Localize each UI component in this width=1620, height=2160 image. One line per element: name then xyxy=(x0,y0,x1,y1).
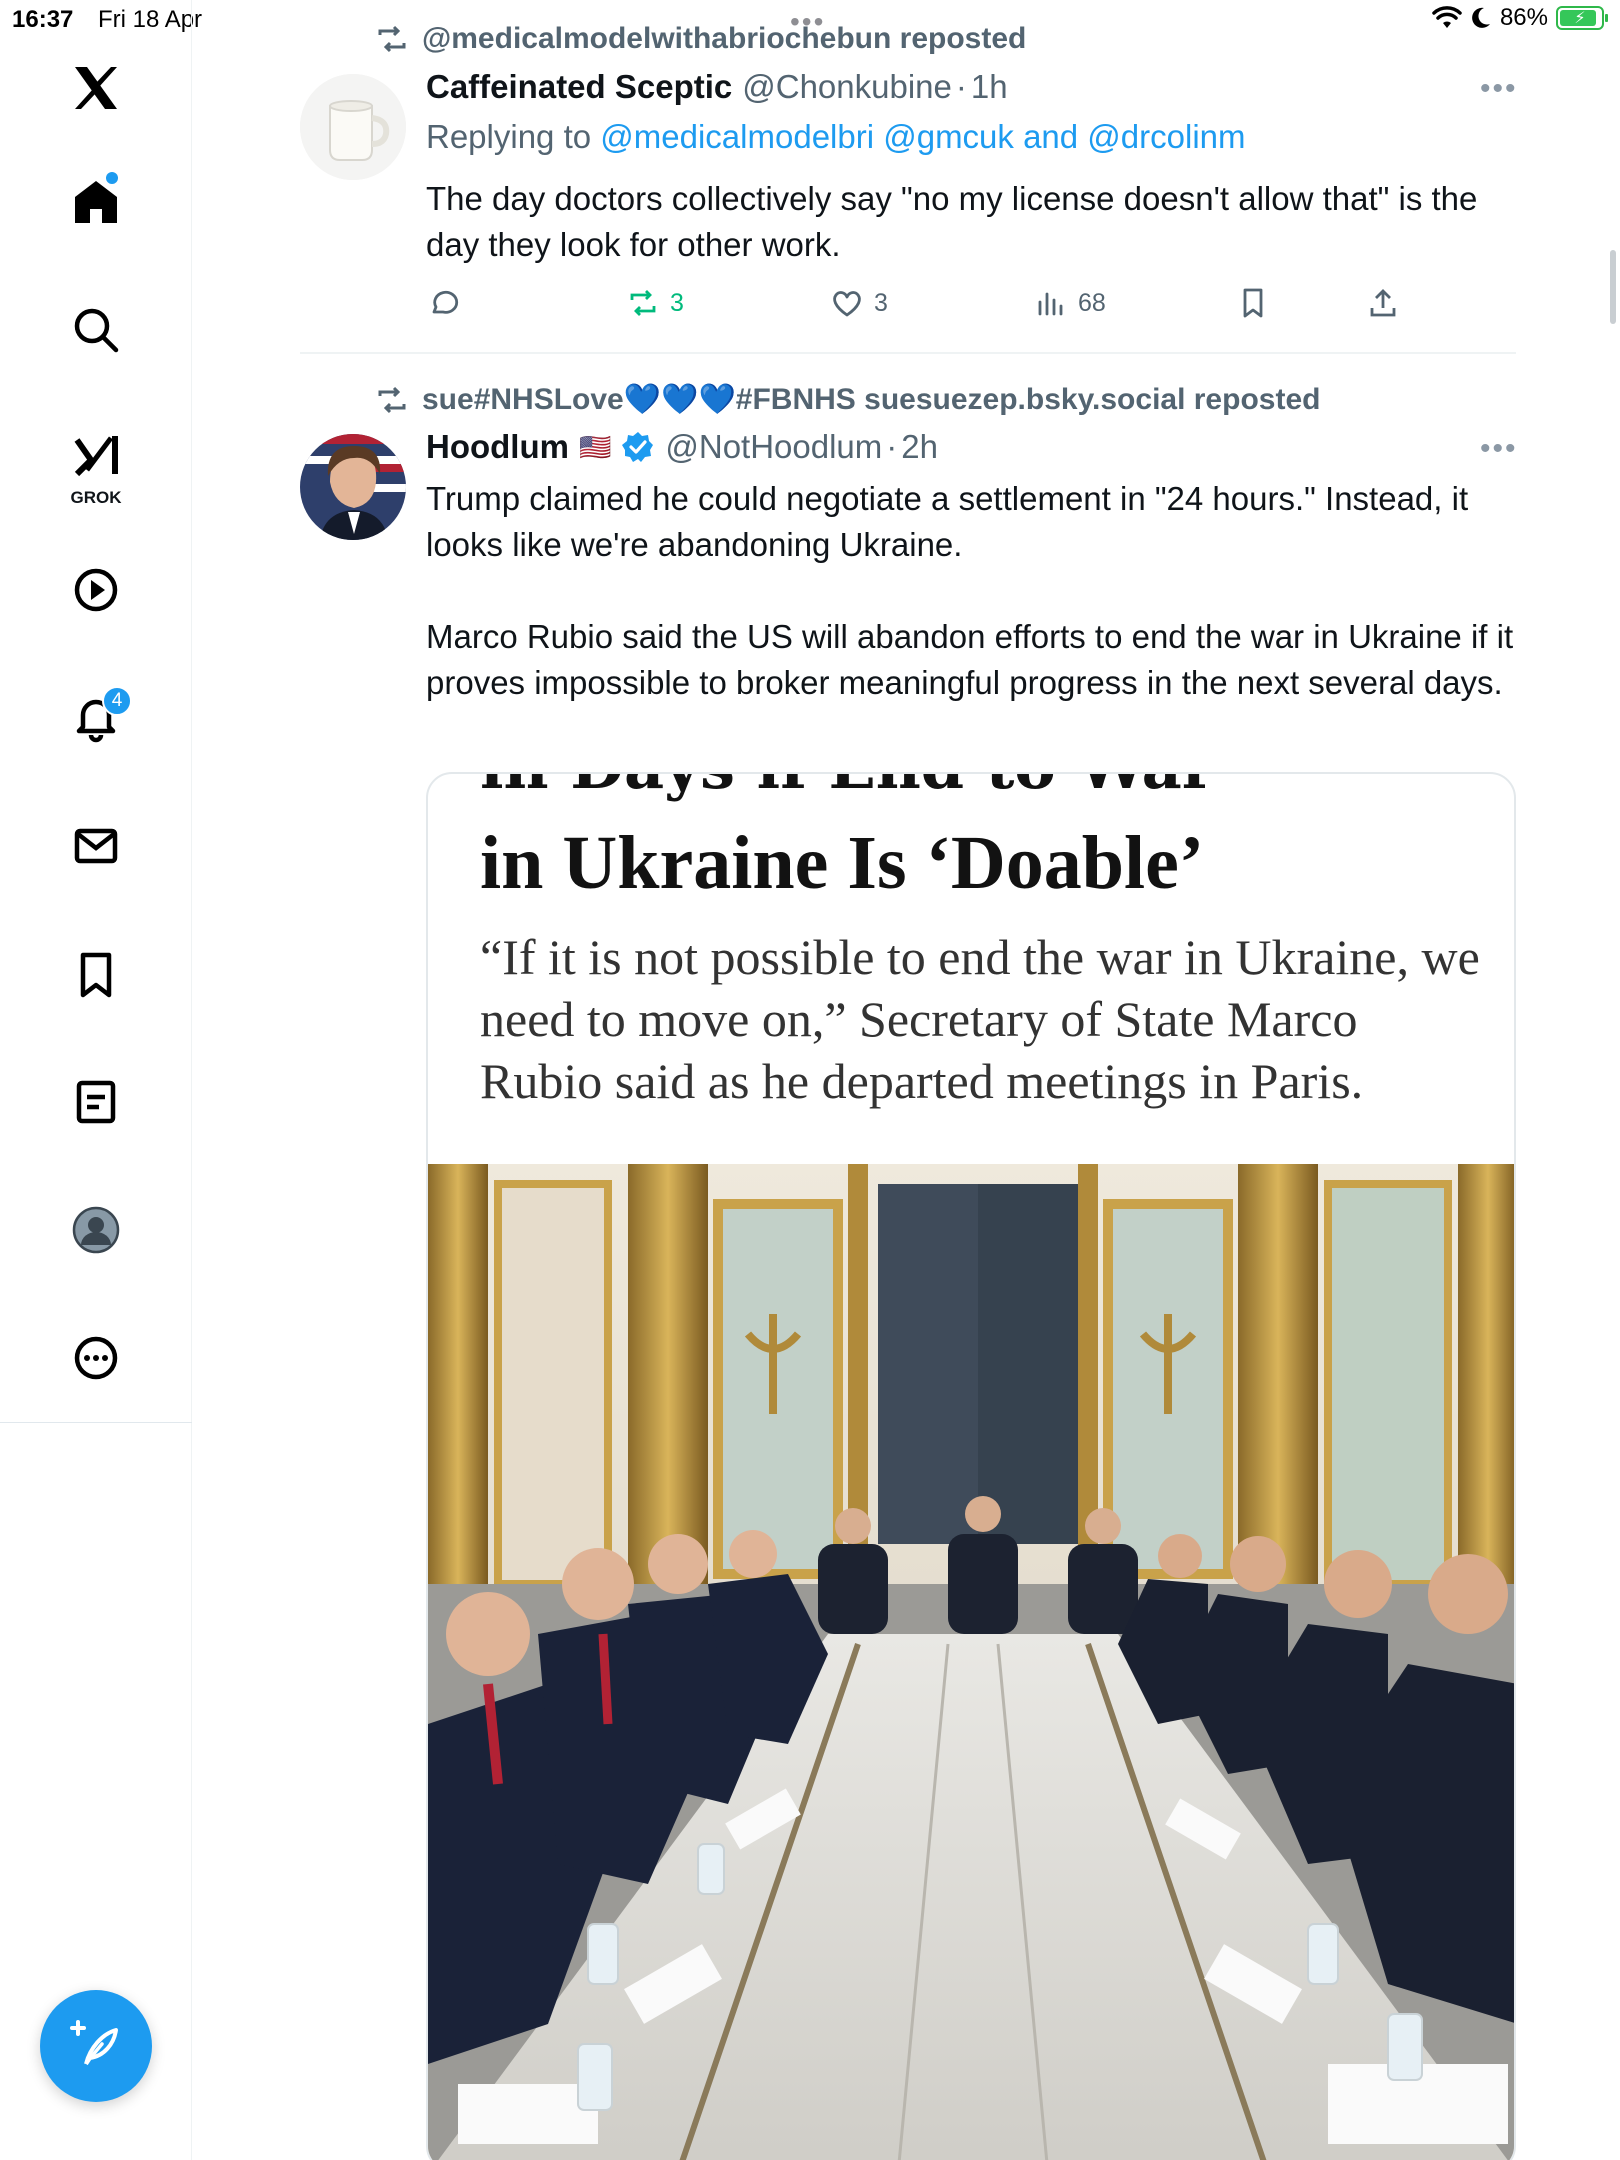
tweet-header: Caffeinated Sceptic @Chonkubine · 1h xyxy=(426,68,1008,106)
flag: 🇺🇸 xyxy=(578,431,612,462)
card-headline: in Ukraine Is ‘Doable’ xyxy=(480,821,1205,905)
bookmark-button[interactable] xyxy=(1236,286,1270,320)
card-deck: “If it is not possible to end the war in… xyxy=(480,929,1480,1109)
reply-button[interactable] xyxy=(426,286,460,320)
repost-icon xyxy=(378,25,406,53)
tweet-text: The day doctors collectively say "no my … xyxy=(426,180,1478,263)
mug-image xyxy=(300,74,406,180)
repost-by: sue#NHSLove💙💙💙#FBNHS suesuezep.bsky.soci… xyxy=(422,383,1321,416)
x-logo-icon[interactable] xyxy=(56,48,136,128)
repost-count: 3 xyxy=(670,288,684,317)
like-count: 3 xyxy=(874,288,888,317)
avatar[interactable] xyxy=(300,74,406,180)
tweet-separator xyxy=(300,352,1516,354)
bookmarks-icon[interactable] xyxy=(56,934,136,1014)
reply-prefix: Replying to xyxy=(426,118,592,155)
bookmark-icon xyxy=(1243,288,1263,318)
profile-icon[interactable] xyxy=(56,1190,136,1270)
reply-context: Replying to @medicalmodelbri @gmcuk and … xyxy=(426,118,1246,156)
more-options-icon[interactable]: ••• xyxy=(1480,432,1518,466)
repost-context: sue#NHSLove💙💙💙#FBNHS suesuezep.bsky.soci… xyxy=(376,382,1320,417)
repost-by: @medicalmodelwithabriochebun reposted xyxy=(422,22,1027,55)
compose-icon xyxy=(70,2020,118,2066)
grok-label: GROK xyxy=(70,488,122,507)
lists-icon[interactable] xyxy=(56,1062,136,1142)
grok-icon[interactable]: GROK xyxy=(56,420,136,510)
views-count: 68 xyxy=(1078,288,1106,317)
sidebar: GROK 4 xyxy=(0,0,192,2160)
compose-button[interactable] xyxy=(40,1990,152,2102)
notifications-icon[interactable]: 4 xyxy=(56,678,136,758)
separator-dot: · xyxy=(955,68,967,105)
tweet-text-p2: Marco Rubio said the US will abandon eff… xyxy=(426,618,1514,701)
views-icon xyxy=(1038,292,1063,316)
avatar[interactable] xyxy=(300,434,406,540)
heart-icon xyxy=(833,291,861,317)
views-button[interactable]: 68 xyxy=(1034,286,1106,320)
article-card[interactable]: in Days if End to War in Ukraine Is ‘Doa… xyxy=(426,772,1516,2160)
separator-dot: · xyxy=(886,428,898,465)
like-button[interactable]: 3 xyxy=(830,286,888,320)
tweet-time[interactable]: 2h xyxy=(901,428,938,466)
moon-icon xyxy=(1472,7,1490,28)
sidebar-divider xyxy=(0,1422,192,1423)
battery-icon: ⚡ xyxy=(1556,6,1608,30)
author-handle[interactable]: @Chonkubine xyxy=(742,68,952,106)
wifi-icon xyxy=(1432,6,1462,28)
home-notification-dot xyxy=(106,172,118,184)
reply-to-links[interactable]: @medicalmodelbri @gmcuk and @drcolinm xyxy=(600,118,1245,155)
repost-button[interactable]: 3 xyxy=(626,286,684,320)
author-name[interactable]: Hoodlum xyxy=(426,428,569,466)
more-icon[interactable] xyxy=(56,1318,136,1398)
more-options-icon[interactable]: ••• xyxy=(1480,72,1518,106)
author-handle[interactable]: @NotHoodlum xyxy=(665,428,882,466)
notifications-badge: 4 xyxy=(102,686,132,716)
home-icon[interactable] xyxy=(56,162,136,242)
tweet-time[interactable]: 1h xyxy=(971,68,1008,106)
repost-icon xyxy=(378,386,406,413)
verified-badge-icon xyxy=(622,432,654,462)
meeting-photo xyxy=(428,1164,1514,2160)
repost-context: @medicalmodelwithabriochebun reposted xyxy=(376,22,1026,56)
battery-percent: 86% xyxy=(1499,4,1548,31)
search-icon[interactable] xyxy=(56,290,136,370)
card-headline-clipped: in Days if End to War xyxy=(480,774,1214,803)
messages-icon[interactable] xyxy=(56,806,136,886)
status-right: 86% ⚡ xyxy=(1432,4,1608,32)
author-name[interactable]: Caffeinated Sceptic xyxy=(426,68,732,106)
tweet-text-p1: Trump claimed he could negotiate a settl… xyxy=(426,480,1469,563)
avatar-portrait xyxy=(300,434,406,540)
share-icon xyxy=(1370,289,1396,317)
scrollbar[interactable] xyxy=(1610,250,1616,324)
video-icon[interactable] xyxy=(56,550,136,630)
share-button[interactable] xyxy=(1366,286,1400,320)
tweet-header: Hoodlum 🇺🇸 @NotHoodlum · 2h xyxy=(426,428,938,466)
reply-icon xyxy=(432,290,459,314)
repost-icon xyxy=(630,290,656,316)
